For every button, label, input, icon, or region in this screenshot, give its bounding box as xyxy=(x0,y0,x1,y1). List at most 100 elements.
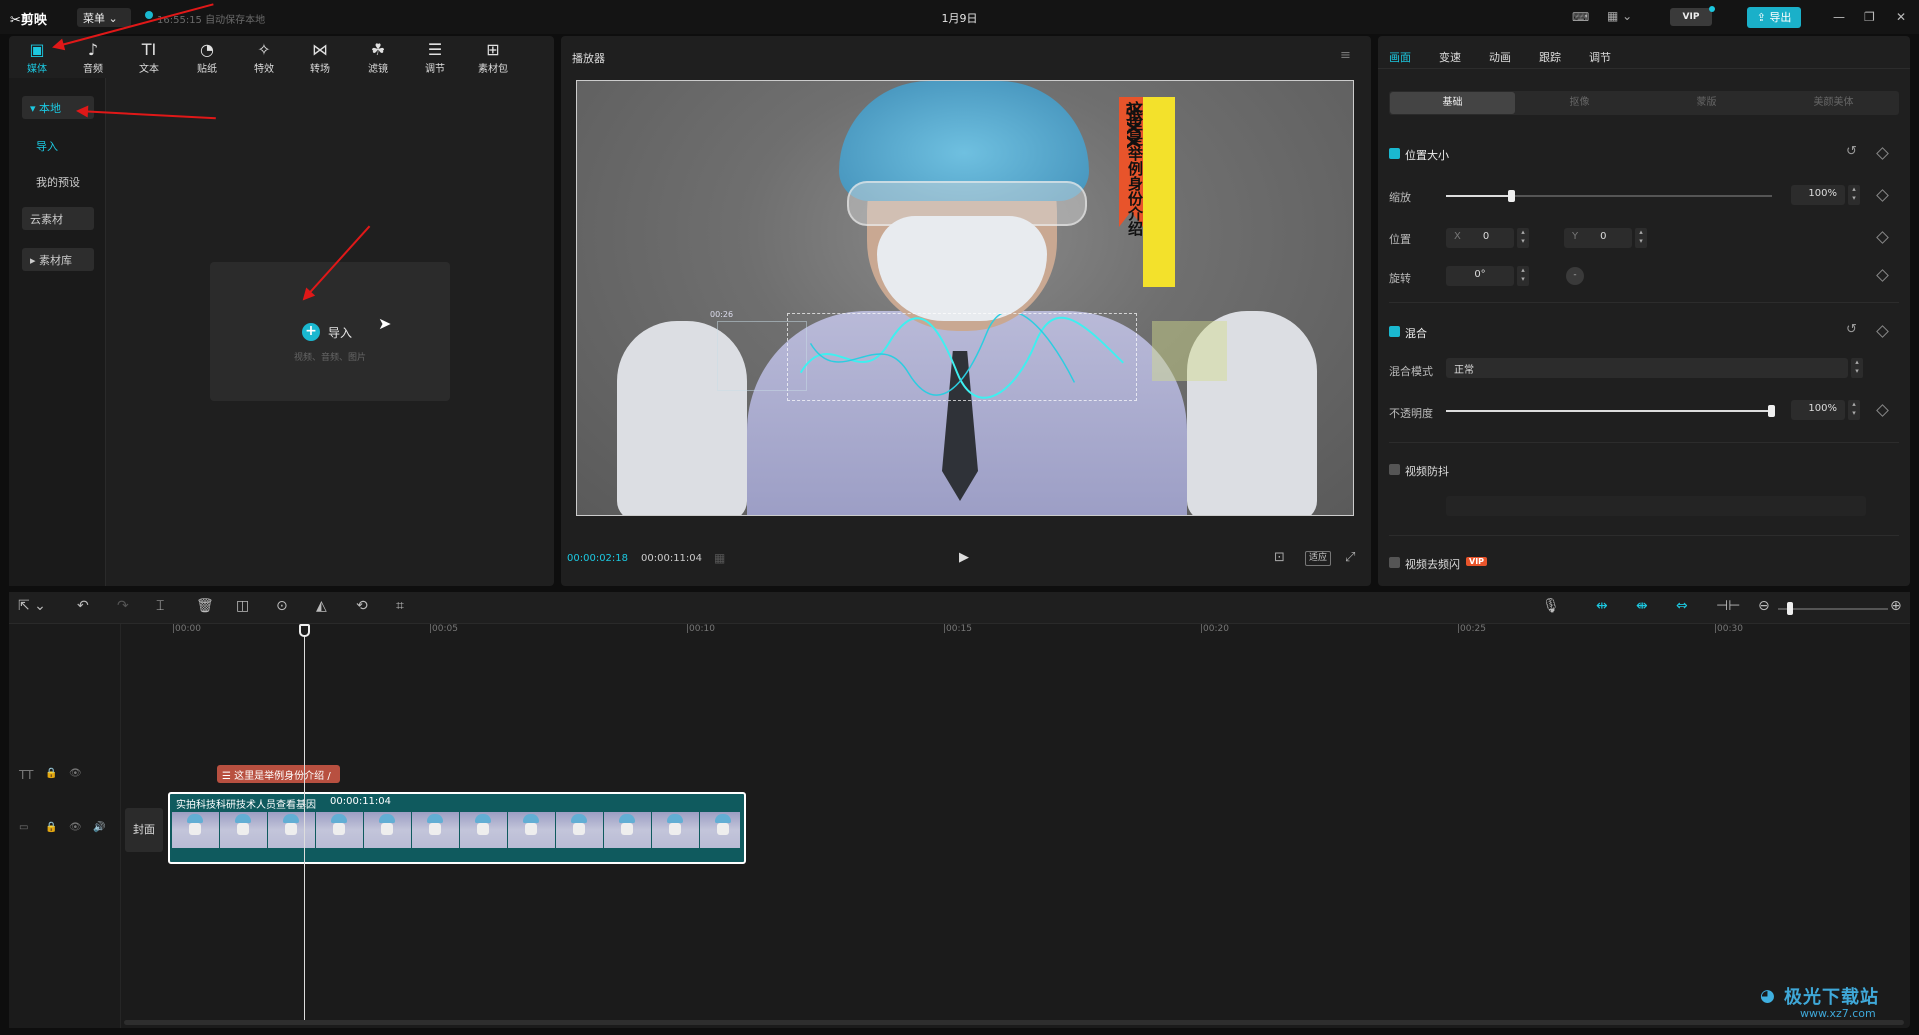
export-button[interactable]: ⇪ 导出 xyxy=(1747,7,1801,28)
cover-button[interactable]: 封面 xyxy=(125,808,163,852)
ruler-tick: |00:25 xyxy=(1457,624,1486,634)
shortcut-icon[interactable]: ⌨ xyxy=(1572,10,1589,24)
position-x-field[interactable]: X0 xyxy=(1446,228,1514,248)
scale-value[interactable]: 100% xyxy=(1791,185,1845,205)
maximize-icon[interactable]: ❐ xyxy=(1864,10,1875,24)
sidebar-item-cloud[interactable]: 云素材 xyxy=(22,207,94,230)
zoom-slider-handle[interactable] xyxy=(1787,602,1793,615)
intro-ribbon xyxy=(1143,97,1175,287)
position-x-stepper-icon[interactable]: ▴ ▾ xyxy=(1517,228,1529,248)
undo-icon[interactable]: ↶ xyxy=(77,598,89,614)
sidebar-item-import[interactable]: 导入 xyxy=(28,134,100,157)
opacity-label: 不透明度 xyxy=(1389,407,1433,420)
reverse-icon[interactable]: ⊙ xyxy=(276,598,288,614)
position-y-field[interactable]: Y0 xyxy=(1564,228,1632,248)
preview-axis-icon[interactable]: ⊣⊢ xyxy=(1716,598,1740,614)
audio-icon: ♪ xyxy=(87,40,99,59)
inspector-tab[interactable]: 调节 xyxy=(1589,49,1611,65)
rotate-dial-icon[interactable]: - xyxy=(1566,267,1584,285)
redo-icon[interactable]: ↷ xyxy=(117,598,129,614)
tab-effects[interactable]: ✧ 特效 xyxy=(241,40,287,75)
minimize-icon[interactable]: — xyxy=(1833,10,1845,24)
tab-sticker[interactable]: ◔ 贴纸 xyxy=(184,40,230,75)
rotate-value[interactable]: 0° xyxy=(1446,266,1514,286)
inspector-subtab[interactable]: 抠像 xyxy=(1517,92,1642,114)
reset-position-icon[interactable]: ↺ xyxy=(1846,144,1857,159)
scale-stepper-icon[interactable]: ▴ ▾ xyxy=(1848,185,1860,205)
timeline-scrollbar[interactable] xyxy=(124,1020,1904,1025)
split-icon[interactable]: ⌶ xyxy=(156,598,164,614)
delete-icon[interactable]: 🗑 xyxy=(196,598,214,614)
export-icon: ⇪ xyxy=(1756,11,1770,24)
rotate-icon[interactable]: ⟲ xyxy=(356,598,368,614)
freeze-icon[interactable]: ◫ xyxy=(236,598,249,614)
select-tool-icon[interactable]: ⇱ ⌄ xyxy=(18,598,46,614)
tab-adjust[interactable]: ☰ 调节 xyxy=(412,40,458,75)
video-preview[interactable]: 00:26 张XX 这里是举例身份介绍 xyxy=(576,80,1354,516)
scale-slider-handle[interactable] xyxy=(1508,190,1516,202)
microphone-icon[interactable]: 🎙 xyxy=(1542,598,1560,614)
import-hint: 视频、音频、图片 xyxy=(293,353,366,363)
effects-icon: ✧ xyxy=(257,40,271,59)
deflicker-checkbox[interactable] xyxy=(1389,557,1400,568)
timecode-grid-icon[interactable]: ▦ xyxy=(714,551,725,565)
zoom-in-icon[interactable]: ⊕ xyxy=(1890,598,1902,614)
position-y-stepper-icon[interactable]: ▴ ▾ xyxy=(1635,228,1647,248)
linkage-icon[interactable]: ⇔ xyxy=(1676,598,1688,614)
text-track-eye-icon[interactable]: 👁 xyxy=(69,768,82,779)
mirror-icon[interactable]: ◭ xyxy=(316,598,327,614)
inspector-tab[interactable]: 动画 xyxy=(1489,49,1511,65)
inspector-tab[interactable]: 画面 xyxy=(1389,49,1411,65)
playhead-handle[interactable] xyxy=(299,624,310,637)
import-card[interactable]: + 导入 视频、音频、图片 xyxy=(210,262,450,401)
sidebar-item-my-presets[interactable]: 我的预设 xyxy=(28,170,100,193)
player-menu-icon[interactable]: ≡ xyxy=(1340,48,1351,63)
text-track-lock-icon[interactable]: 🔒 xyxy=(45,768,57,779)
inspector-tab[interactable]: 跟踪 xyxy=(1539,49,1561,65)
player-title: 播放器 xyxy=(572,52,605,65)
name-title-overlay[interactable]: 张XX 这里是举例身份介绍 xyxy=(1119,97,1175,287)
text-clip[interactable]: ☰ 这里是举例身份介绍 / xyxy=(217,765,340,783)
video-track-lock-icon[interactable]: 🔒 xyxy=(45,822,57,833)
overlay-intro-text: 这里是举例身份介绍 xyxy=(1126,101,1144,236)
inspector-tab[interactable]: 变速 xyxy=(1439,49,1461,65)
video-thumbnail xyxy=(604,812,651,848)
opacity-stepper-icon[interactable]: ▴ ▾ xyxy=(1848,400,1860,420)
zoom-slider-track[interactable] xyxy=(1778,608,1888,610)
tab-filter[interactable]: ☘ 滤镜 xyxy=(355,40,401,75)
fullscreen-icon[interactable]: ⤢ xyxy=(1345,550,1355,565)
auto-snap-icon[interactable]: ⇼ xyxy=(1636,598,1648,614)
play-icon[interactable]: ▶ xyxy=(959,550,969,565)
tab-label: 转场 xyxy=(310,64,330,75)
layout-icon[interactable]: ▦ ⌄ xyxy=(1607,9,1632,23)
blend-mode-chevron-icon[interactable]: ▴ ▾ xyxy=(1851,358,1863,378)
stabilize-checkbox[interactable] xyxy=(1389,464,1400,475)
tab-package[interactable]: ⊞ 素材包 xyxy=(470,40,516,75)
playhead-line[interactable] xyxy=(304,624,305,1020)
blend-mode-select[interactable]: 正常 xyxy=(1446,358,1848,378)
zoom-out-icon[interactable]: ⊖ xyxy=(1758,598,1770,614)
opacity-slider-handle[interactable] xyxy=(1768,405,1775,417)
blend-checkbox[interactable] xyxy=(1389,326,1400,337)
inspector-subtab[interactable]: 美颜美体 xyxy=(1771,92,1896,114)
tab-audio[interactable]: ♪ 音频 xyxy=(70,40,116,75)
reset-blend-icon[interactable]: ↺ xyxy=(1846,322,1857,337)
crop-icon[interactable]: ⌗ xyxy=(396,598,404,614)
position-y-value: 0 xyxy=(1600,231,1607,242)
tab-text[interactable]: TI 文本 xyxy=(126,40,172,75)
position-size-checkbox[interactable] xyxy=(1389,148,1400,159)
video-thumbnail xyxy=(556,812,603,848)
video-track-eye-icon[interactable]: 👁 xyxy=(69,822,82,833)
main-track-magnet-icon[interactable]: ⇹ xyxy=(1596,598,1608,614)
close-icon[interactable]: ✕ xyxy=(1896,10,1906,24)
screenshot-icon[interactable]: ⊡ xyxy=(1274,550,1285,565)
ratio-button[interactable]: 适应 xyxy=(1305,551,1331,566)
inspector-subtab[interactable]: 基础 xyxy=(1390,92,1515,114)
tab-transition[interactable]: ⋈ 转场 xyxy=(297,40,343,75)
opacity-value[interactable]: 100% xyxy=(1791,400,1845,420)
vip-badge[interactable]: VIP xyxy=(1670,8,1712,26)
sidebar-item-library[interactable]: ▸ 素材库 xyxy=(22,248,94,271)
inspector-subtab[interactable]: 蒙版 xyxy=(1644,92,1769,114)
rotate-stepper-icon[interactable]: ▴ ▾ xyxy=(1517,266,1529,286)
video-track-audio-icon[interactable]: 🔊 xyxy=(93,822,105,833)
